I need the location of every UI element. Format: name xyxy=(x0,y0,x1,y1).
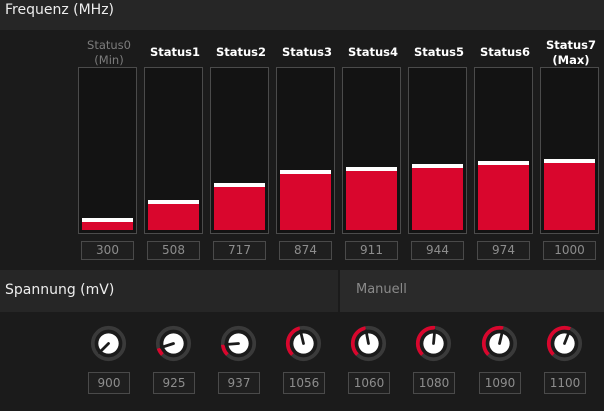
frequency-bar-fill xyxy=(544,163,595,230)
frequency-slider-3[interactable] xyxy=(276,67,335,234)
voltage-knob-3[interactable] xyxy=(285,325,322,362)
frequency-slider-handle[interactable] xyxy=(544,159,595,163)
state-label-5: Status5 xyxy=(408,45,470,60)
voltage-value-field[interactable]: 937 xyxy=(218,372,260,394)
voltage-value-field[interactable]: 1100 xyxy=(544,372,586,394)
frequency-slider-0 xyxy=(78,67,137,234)
frequency-value-field[interactable]: 717 xyxy=(213,241,266,260)
voltage-title: Spannung (mV) xyxy=(5,282,115,298)
frequency-slider-4[interactable] xyxy=(342,67,401,234)
frequency-slider-6[interactable] xyxy=(474,67,533,234)
frequency-value-field[interactable]: 300 xyxy=(81,241,134,260)
state-label-6: Status6 xyxy=(474,45,536,60)
frequency-slider-handle[interactable] xyxy=(148,200,199,204)
voltage-knob-0[interactable] xyxy=(90,325,127,362)
frequency-value-field[interactable]: 874 xyxy=(279,241,332,260)
state-label-4: Status4 xyxy=(342,45,404,60)
frequency-bar-fill xyxy=(346,171,397,230)
voltage-knob-1[interactable] xyxy=(155,325,192,362)
frequency-value-field[interactable]: 911 xyxy=(345,241,398,260)
voltage-value-field[interactable]: 1060 xyxy=(348,372,390,394)
state-name: Status7 xyxy=(545,38,597,52)
state-label-7: Status7 (Max) xyxy=(540,38,602,68)
voltage-mode-dropdown[interactable]: Manuell xyxy=(338,270,604,312)
frequency-section-header: Frequenz (MHz) xyxy=(0,0,604,30)
voltage-value-field[interactable]: 1090 xyxy=(479,372,521,394)
frequency-slider-handle[interactable] xyxy=(280,170,331,174)
voltage-value-field[interactable]: 1080 xyxy=(413,372,455,394)
frequency-value-field[interactable]: 974 xyxy=(477,241,530,260)
frequency-title: Frequenz (MHz) xyxy=(5,2,115,18)
state-label-3: Status3 xyxy=(276,45,338,60)
state-name: Status5 xyxy=(413,45,465,59)
state-label-2: Status2 xyxy=(210,45,272,60)
state-sub-label: (Min) xyxy=(94,53,124,67)
frequency-bar-fill xyxy=(82,222,133,230)
frequency-slider-handle[interactable] xyxy=(82,218,133,222)
frequency-value-field[interactable]: 508 xyxy=(147,241,200,260)
state-label-1: Status1 xyxy=(144,45,206,60)
frequency-bar-fill xyxy=(280,174,331,230)
state-name: Status2 xyxy=(215,45,267,59)
voltage-knob-2[interactable] xyxy=(220,325,257,362)
frequency-slider-handle[interactable] xyxy=(478,161,529,165)
frequency-value-field[interactable]: 1000 xyxy=(543,241,596,260)
voltage-value-field[interactable]: 1056 xyxy=(283,372,325,394)
frequency-slider-7[interactable] xyxy=(540,67,599,234)
state-label-0: Status0 (Min) xyxy=(78,38,140,68)
frequency-slider-handle[interactable] xyxy=(214,183,265,187)
voltage-knob-5[interactable] xyxy=(415,325,452,362)
state-name: Status3 xyxy=(281,45,333,59)
frequency-bar-fill xyxy=(214,187,265,230)
frequency-slider-handle[interactable] xyxy=(412,164,463,168)
frequency-value-field[interactable]: 944 xyxy=(411,241,464,260)
state-name: Status6 xyxy=(479,45,531,59)
knob-pointer xyxy=(432,329,437,345)
frequency-bar-fill xyxy=(148,204,199,230)
frequency-slider-2[interactable] xyxy=(210,67,269,234)
state-sub-label: (Max) xyxy=(552,53,590,67)
voltage-value-field[interactable]: 900 xyxy=(88,372,130,394)
voltage-knob-7[interactable] xyxy=(546,325,583,362)
knob-level-arc xyxy=(220,344,229,356)
voltage-value-field[interactable]: 925 xyxy=(153,372,195,394)
knob-level-arc xyxy=(156,347,164,356)
frequency-slider-1[interactable] xyxy=(144,67,203,234)
voltage-mode-label: Manuell xyxy=(356,282,407,297)
frequency-slider-5[interactable] xyxy=(408,67,467,234)
frequency-bar-fill xyxy=(412,168,463,230)
frequency-bar-fill xyxy=(478,165,529,230)
voltage-knob-6[interactable] xyxy=(481,325,518,362)
voltage-knob-4[interactable] xyxy=(350,325,387,362)
knob-pointer xyxy=(224,342,240,346)
state-name: Status4 xyxy=(347,45,399,59)
state-name: Status1 xyxy=(149,45,201,59)
frequency-slider-handle[interactable] xyxy=(346,167,397,171)
state-name: Status0 xyxy=(87,38,131,52)
